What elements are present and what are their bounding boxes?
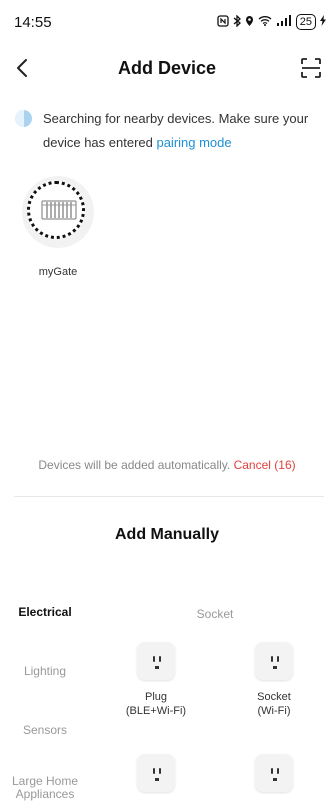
auto-add-message: Devices will be added automatically. Can…: [0, 458, 334, 472]
category-sensors[interactable]: Sensors: [0, 723, 90, 737]
device-tile-4[interactable]: [255, 754, 293, 792]
device-label-line2: (BLE+Wi-Fi): [125, 705, 187, 717]
cancel-button[interactable]: Cancel (16): [234, 458, 296, 472]
device-tile-plug[interactable]: [137, 642, 175, 680]
scan-button[interactable]: [300, 57, 322, 79]
outlet-icon: [255, 642, 293, 680]
outlet-icon: [255, 754, 293, 792]
found-device-name: myGate: [38, 266, 78, 278]
bluetooth-icon: [233, 13, 241, 30]
outlet-icon: [137, 642, 175, 680]
searching-message: Searching for nearby devices. Make sure …: [43, 107, 323, 155]
scan-icon: [301, 58, 321, 78]
battery-indicator: 25: [295, 14, 316, 30]
device-label-plug: Plug (BLE+Wi-Fi): [111, 690, 201, 718]
nfc-icon: [217, 14, 229, 30]
gate-icon: [41, 199, 77, 221]
device-tile-3[interactable]: [137, 754, 175, 792]
status-time: 14:55: [14, 14, 52, 31]
wifi-icon: [258, 15, 272, 29]
device-label-socket: Socket (Wi-Fi): [229, 690, 319, 718]
device-label-line2: (Wi-Fi): [257, 705, 291, 717]
category-large-home-appliances[interactable]: Large Home Appliances: [0, 775, 90, 801]
searching-spinner-icon: [15, 110, 32, 127]
status-icons: 25: [217, 13, 326, 30]
category-lighting[interactable]: Lighting: [0, 664, 90, 678]
device-label-line1: Plug: [144, 691, 168, 703]
outlet-icon: [137, 754, 175, 792]
device-tile-socket[interactable]: [255, 642, 293, 680]
section-title-socket: Socket: [196, 607, 234, 621]
category-electrical[interactable]: Electrical: [0, 605, 90, 619]
location-icon: [245, 15, 254, 30]
auto-add-text: Devices will be added automatically.: [38, 458, 234, 472]
pairing-mode-link[interactable]: pairing mode: [156, 135, 231, 150]
charging-icon: [320, 15, 326, 29]
page-title: Add Device: [117, 58, 217, 78]
add-manually-title: Add Manually: [114, 526, 219, 543]
signal-icon: [276, 15, 292, 29]
divider: [14, 496, 324, 497]
device-label-line1: Socket: [257, 691, 291, 703]
